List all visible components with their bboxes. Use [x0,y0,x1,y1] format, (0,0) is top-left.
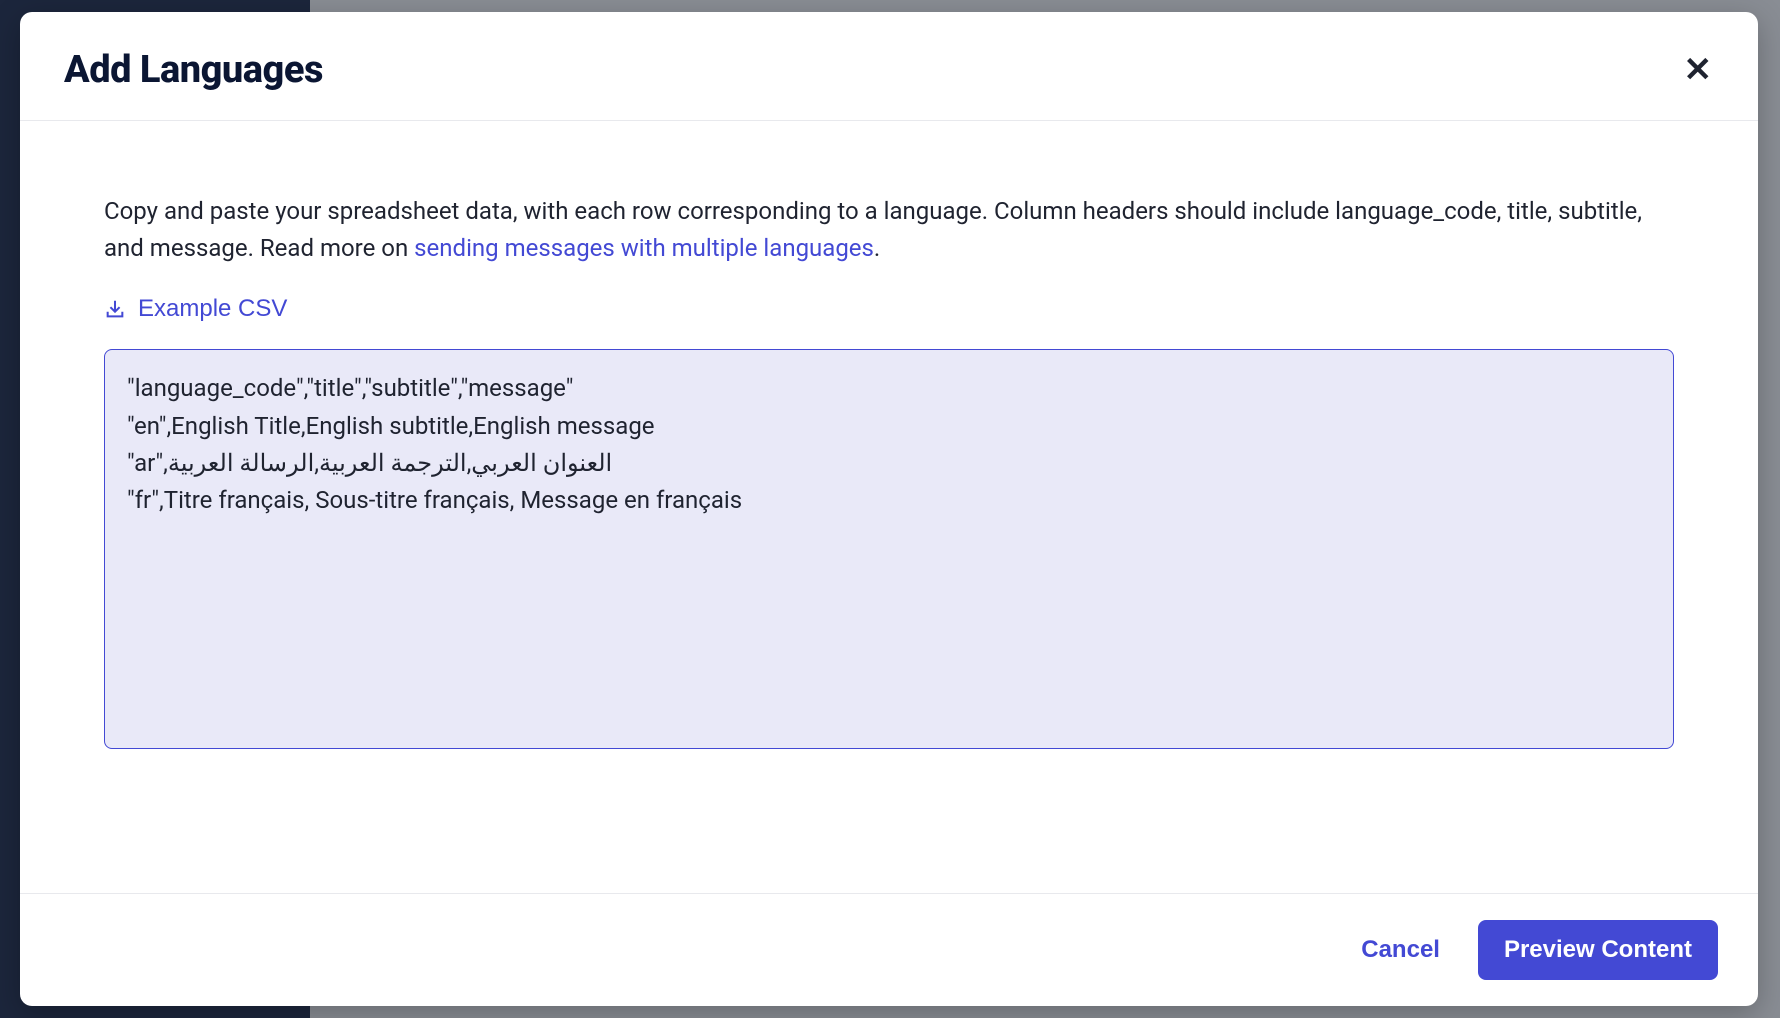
modal-title: Add Languages [64,48,323,92]
modal-footer: Cancel Preview Content [20,893,1758,1006]
download-icon [104,298,126,320]
example-csv-link[interactable]: Example CSV [104,295,287,323]
modal-body: Copy and paste your spreadsheet data, wi… [20,121,1758,893]
close-button[interactable]: ✕ [1678,49,1719,91]
example-csv-label: Example CSV [138,295,287,323]
add-languages-modal: Add Languages ✕ Copy and paste your spre… [20,12,1758,1006]
cancel-button[interactable]: Cancel [1351,924,1450,976]
csv-input[interactable] [104,349,1674,749]
close-icon: ✕ [1684,51,1713,89]
instruction-link[interactable]: sending messages with multiple languages [414,234,874,262]
instruction-text: Copy and paste your spreadsheet data, wi… [104,193,1674,267]
modal-header: Add Languages ✕ [20,12,1758,121]
preview-content-button[interactable]: Preview Content [1478,920,1718,980]
instruction-suffix: . [874,234,880,262]
